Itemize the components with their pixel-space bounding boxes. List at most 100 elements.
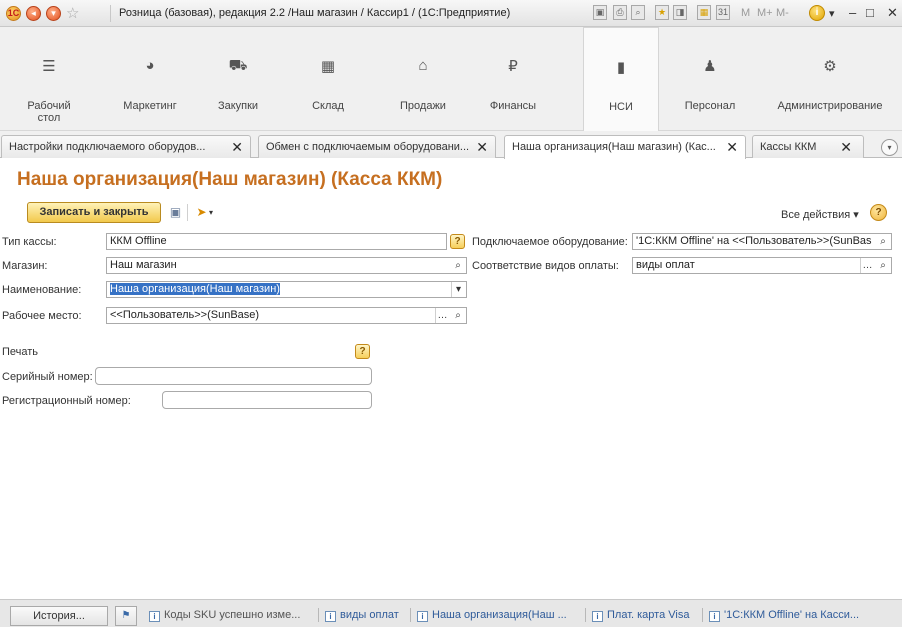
serial-number-label: Серийный номер: <box>2 371 93 383</box>
cash-type-label: Тип кассы: <box>2 236 57 248</box>
section-label: Склад <box>312 100 344 112</box>
messages-icon[interactable]: ⚑ <box>115 606 137 626</box>
select-ellipsis-icon[interactable]: … <box>435 308 449 323</box>
marketing-icon: ◕ <box>145 57 155 74</box>
toolbar-divider <box>187 204 188 221</box>
chevron-down-icon[interactable]: ▾ <box>207 204 215 221</box>
section-label: Администрирование <box>777 100 883 112</box>
cash-type-help-icon[interactable]: ? <box>450 234 465 249</box>
warehouse-icon: ▦ <box>320 58 336 75</box>
print-help-icon[interactable]: ? <box>355 344 370 359</box>
dropdown-arrow-icon[interactable]: ▾ <box>829 7 835 20</box>
chevron-down-icon[interactable]: ▾ <box>451 282 465 297</box>
close-icon[interactable]: ✕ <box>726 139 738 156</box>
close-icon[interactable]: ✕ <box>476 139 488 156</box>
save-and-close-button[interactable]: Записать и закрыть <box>27 202 161 223</box>
section-finance[interactable]: ₽ Финансы <box>473 27 553 130</box>
app-logo-icon[interactable]: 1С <box>6 6 21 21</box>
save-icon[interactable]: ▣ <box>167 204 184 221</box>
calculator-icon[interactable]: ▦ <box>697 5 711 20</box>
status-divider <box>585 608 586 622</box>
cash-register-form: Наша организация(Наш магазин) (Касса ККМ… <box>0 159 902 599</box>
search-icon[interactable]: ⌕ <box>451 308 465 323</box>
notification-item[interactable]: i Плат. карта Visa <box>592 609 689 622</box>
status-divider <box>318 608 319 622</box>
maximize-icon[interactable]: □ <box>866 5 874 20</box>
memory-m-label[interactable]: M <box>741 7 750 19</box>
memory-minus-label[interactable]: M- <box>776 7 789 19</box>
tab-cash-registers[interactable]: Кассы ККМ ✕ <box>752 135 864 158</box>
section-desktop[interactable]: ☰ Рабочий стол <box>8 27 90 130</box>
search-icon[interactable]: ⌕ <box>876 234 890 249</box>
notification-item[interactable]: i Наша организация(Наш ... <box>417 609 567 622</box>
section-label: Рабочий стол <box>27 100 71 124</box>
history-icon[interactable]: ◨ <box>673 5 687 20</box>
payment-types-field[interactable]: виды оплат … ⌕ <box>632 257 892 274</box>
tab-equipment-exchange[interactable]: Обмен с подключаемым оборудовани... ✕ <box>258 135 496 158</box>
section-reference-data[interactable]: ▮ НСИ <box>583 27 659 131</box>
payment-types-value: виды оплат <box>636 259 695 271</box>
name-field[interactable]: Наша организация(Наш магазин) ▾ <box>106 281 467 298</box>
close-icon[interactable]: ✕ <box>231 139 243 156</box>
name-label: Наименование: <box>2 284 82 296</box>
notification-text: Коды SKU успешно изме... <box>164 609 301 621</box>
main-menu-icon[interactable]: ▾ <box>46 6 61 21</box>
titlebar-divider <box>110 5 111 22</box>
all-actions-menu[interactable]: Все действия ▾ <box>781 208 859 221</box>
add-favorite-icon[interactable]: ★ <box>655 5 669 20</box>
cash-type-field[interactable]: ККМ Offline <box>106 233 447 250</box>
print-icon[interactable]: ⎙ <box>613 5 627 20</box>
minimize-icon[interactable]: – <box>849 5 856 20</box>
section-administration[interactable]: ⚙ Администрирование <box>770 27 890 130</box>
tab-label: Наша организация(Наш магазин) (Кас... <box>512 141 716 153</box>
administration-icon: ⚙ <box>823 58 837 75</box>
section-marketing[interactable]: ◕ Маркетинг <box>110 27 190 130</box>
section-sales[interactable]: ⌂ Продажи <box>383 27 463 130</box>
save-icon[interactable]: ▣ <box>593 5 607 20</box>
help-icon[interactable]: ? <box>870 204 887 221</box>
favorites-star-icon[interactable]: ☆ <box>66 4 79 22</box>
back-arrow-icon[interactable]: ◂ <box>26 6 41 21</box>
section-personnel[interactable]: ♟ Персонал <box>670 27 750 130</box>
calendar-icon[interactable]: 31 <box>716 5 730 20</box>
tab-label: Кассы ККМ <box>760 141 817 153</box>
history-button[interactable]: История... <box>10 606 108 626</box>
name-value: Наша организация(Наш магазин) <box>110 283 280 295</box>
serial-number-field[interactable] <box>95 367 372 385</box>
section-label: Финансы <box>489 100 537 112</box>
close-window-icon[interactable]: ✕ <box>887 5 898 21</box>
search-icon[interactable]: ⌕ <box>876 258 890 273</box>
print-group-title: Печать <box>2 346 39 358</box>
status-divider <box>702 608 703 622</box>
notifications-bar: История... ⚑ i Коды SKU успешно изме... i… <box>0 599 902 627</box>
notification-item[interactable]: i '1C:ККМ Offline' на Касси... <box>709 609 859 622</box>
workplace-value: <<Пользователь>>(SunBase) <box>110 309 260 321</box>
select-ellipsis-icon[interactable]: … <box>860 258 874 273</box>
equipment-label: Подключаемое оборудование: <box>472 236 628 248</box>
equipment-field[interactable]: '1C:ККМ Offline' на <<Пользователь>>(Sun… <box>632 233 892 250</box>
memory-plus-label[interactable]: M+ <box>757 7 773 19</box>
info-icon[interactable]: i <box>809 5 825 21</box>
notification-text: Наша организация(Наш ... <box>432 609 567 621</box>
notification-item[interactable]: i Коды SKU успешно изме... <box>149 609 300 622</box>
info-icon: i <box>325 611 336 622</box>
section-purchases[interactable]: ⛟ Закупки <box>198 27 278 130</box>
registration-number-label: Регистрационный номер: <box>2 395 131 407</box>
store-field[interactable]: Наш магазин ⌕ <box>106 257 467 274</box>
section-warehouse[interactable]: ▦ Склад <box>288 27 368 130</box>
search-icon[interactable]: ⌕ <box>451 258 465 273</box>
payment-types-label: Соответствие видов оплаты: <box>472 260 619 272</box>
page-title: Наша организация(Наш магазин) (Касса ККМ… <box>17 169 443 190</box>
notification-text: '1C:ККМ Offline' на Касси... <box>724 609 860 621</box>
close-icon[interactable]: ✕ <box>840 139 852 156</box>
notification-item[interactable]: i виды оплат <box>325 609 399 622</box>
section-label: Закупки <box>217 100 259 112</box>
more-tabs-chevron-icon[interactable]: ▾ <box>881 139 898 156</box>
tab-our-organization[interactable]: Наша организация(Наш магазин) (Кас... ✕ <box>504 135 746 159</box>
store-value: Наш магазин <box>110 259 177 271</box>
tab-equipment-settings[interactable]: Настройки подключаемого оборудов... ✕ <box>1 135 251 158</box>
workplace-field[interactable]: <<Пользователь>>(SunBase) … ⌕ <box>106 307 467 324</box>
registration-number-field[interactable] <box>162 391 372 409</box>
preview-icon[interactable]: ⌕ <box>631 5 645 20</box>
finance-icon: ₽ <box>508 58 518 75</box>
